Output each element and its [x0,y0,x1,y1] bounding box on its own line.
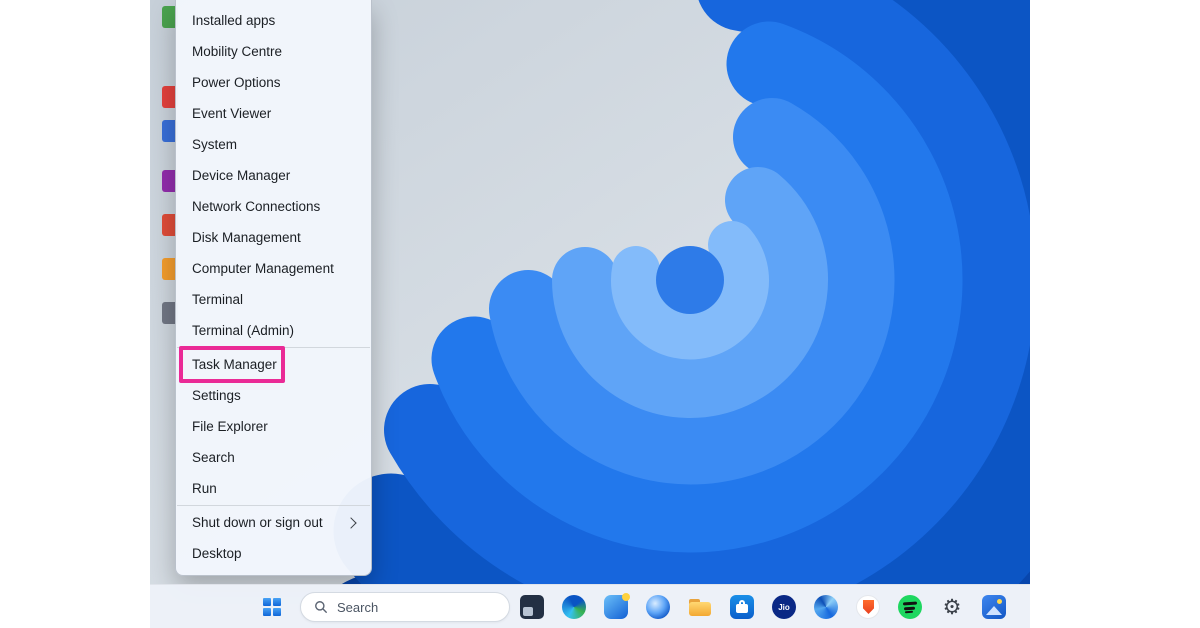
menu-item-label: Mobility Centre [192,44,282,59]
menu-item-system[interactable]: System [176,129,371,160]
gear-glyph: ⚙ [943,597,962,618]
menu-item-label: Power Options [192,75,281,90]
menu-item-label: Task Manager [192,357,277,372]
search-box[interactable]: Search [300,592,510,622]
menu-item-label: Shut down or sign out [192,515,323,530]
bag-body [736,604,748,613]
menu-item-label: Device Manager [192,168,290,183]
sun-dot [997,599,1002,604]
photos-app-icon[interactable] [982,595,1006,619]
window-pane [523,607,533,616]
screenshot-canvas: Installed apps Mobility Centre Power Opt… [0,0,1200,628]
start-button[interactable] [252,587,292,627]
menu-item-label: Run [192,481,217,496]
folder-body [689,602,711,616]
search-icon [314,600,328,614]
menu-item-label: Installed apps [192,13,275,28]
microsoft-store-icon[interactable] [730,595,754,619]
menu-item-label: Terminal [192,292,243,307]
menu-item-label: System [192,137,237,152]
brave-browser-icon[interactable] [856,595,880,619]
menu-item-terminal[interactable]: Terminal [176,284,371,315]
menu-item-desktop[interactable]: Desktop [176,538,371,569]
menu-item-label: Desktop [192,546,242,561]
window-app-icon[interactable] [520,595,544,619]
menu-item-label: Computer Management [192,261,334,276]
menu-item-file-explorer[interactable]: File Explorer [176,411,371,442]
menu-item-event-viewer[interactable]: Event Viewer [176,98,371,129]
menu-item-label: File Explorer [192,419,268,434]
spotify-wave [905,611,913,614]
menu-separator [177,347,370,348]
menu-item-label: Disk Management [192,230,301,245]
internet-browser-icon[interactable] [814,595,838,619]
menu-item-label: Settings [192,388,241,403]
menu-item-shut-down-or-sign-out[interactable]: Shut down or sign out [176,507,371,538]
file-explorer-icon[interactable] [688,595,712,619]
brave-shield [863,600,874,614]
chevron-right-icon [345,517,356,528]
menu-item-installed-apps[interactable]: Installed apps [176,5,371,36]
menu-item-power-options[interactable]: Power Options [176,67,371,98]
menu-item-label: Event Viewer [192,106,271,121]
menu-item-computer-management[interactable]: Computer Management [176,253,371,284]
menu-item-settings[interactable]: Settings [176,380,371,411]
spotify-wave [904,606,915,609]
menu-item-disk-management[interactable]: Disk Management [176,222,371,253]
menu-item-run[interactable]: Run [176,473,371,504]
edge-browser-icon[interactable] [562,595,586,619]
spotify-wave [903,602,917,606]
spotify-icon[interactable] [898,595,922,619]
jio-label: Jio [778,603,790,612]
search-placeholder: Search [337,600,378,615]
windows-logo-icon [263,598,281,616]
taskbar: Search Jio ⚙ [150,584,1030,628]
menu-item-search[interactable]: Search [176,442,371,473]
winx-context-menu: Installed apps Mobility Centre Power Opt… [175,0,372,576]
menu-item-label: Network Connections [192,199,320,214]
spark-dot [622,593,630,601]
menu-item-label: Terminal (Admin) [192,323,294,338]
mountain-shape [986,606,1002,615]
browser-icon[interactable] [646,595,670,619]
jio-app-icon[interactable]: Jio [772,595,796,619]
menu-item-terminal-admin[interactable]: Terminal (Admin) [176,315,371,346]
menu-separator [177,505,370,506]
desktop: Installed apps Mobility Centre Power Opt… [150,0,1030,628]
menu-item-label: Search [192,450,235,465]
settings-gear-icon[interactable]: ⚙ [940,595,964,619]
dev-tool-icon[interactable] [604,595,628,619]
taskbar-icons: Jio ⚙ [520,595,1006,619]
menu-item-task-manager[interactable]: Task Manager [176,349,371,380]
menu-item-network-connections[interactable]: Network Connections [176,191,371,222]
menu-item-mobility-centre[interactable]: Mobility Centre [176,36,371,67]
menu-item-device-manager[interactable]: Device Manager [176,160,371,191]
